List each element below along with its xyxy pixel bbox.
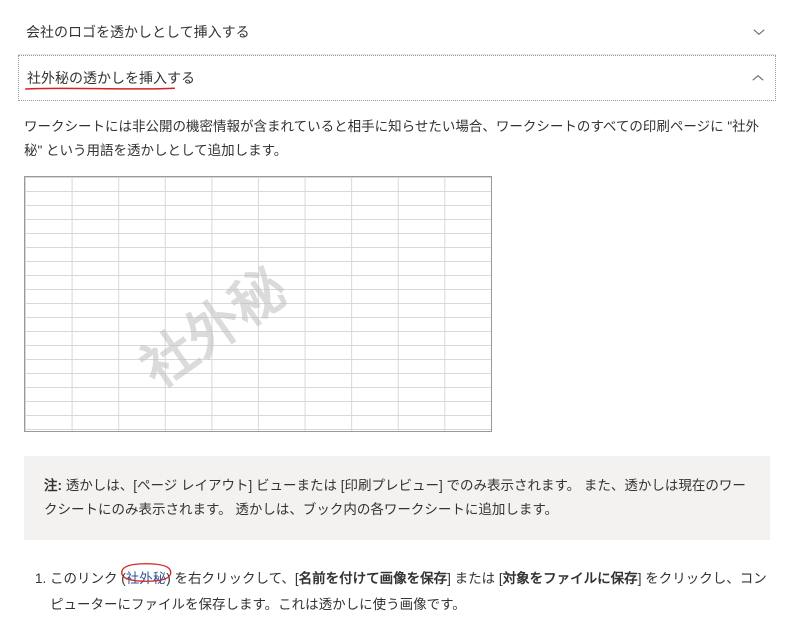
step-part: ) を右クリックして、[ <box>166 571 298 586</box>
intro-paragraph: ワークシートには非公開の機密情報が含まれていると相手に知らせたい場合、ワークシー… <box>24 115 770 164</box>
watermark-text: 社外秘 <box>122 245 300 403</box>
annotation-underline <box>25 86 175 92</box>
steps-list: このリンク (社外秘) を右クリックして、[名前を付けて画像を保存] または [… <box>24 566 770 617</box>
accordion-confidential-watermark[interactable]: 社外秘の透かしを挿入する <box>18 55 776 101</box>
note-label: 注: <box>44 478 66 493</box>
step-bold: 名前を付けて画像を保存 <box>299 571 448 586</box>
chevron-up-icon <box>749 69 767 87</box>
chevron-down-icon <box>750 23 768 41</box>
step-1: このリンク (社外秘) を右クリックして、[名前を付けて画像を保存] または [… <box>50 566 770 617</box>
confidential-link[interactable]: 社外秘 <box>126 566 167 592</box>
accordion-title: 会社のロゴを透かしとして挿入する <box>26 22 250 42</box>
note-box: 注: 透かしは、[ページ レイアウト] ビューまたは [印刷プレビュー] でのみ… <box>24 456 770 541</box>
note-text: 透かしは、[ページ レイアウト] ビューまたは [印刷プレビュー] でのみ表示さ… <box>44 478 746 517</box>
step-part: このリンク ( <box>50 571 126 586</box>
accordion-title-text: 社外秘の透かしを挿入する <box>27 70 195 86</box>
accordion-logo-watermark[interactable]: 会社のロゴを透かしとして挿入する <box>18 10 776 54</box>
accordion-title: 社外秘の透かしを挿入する <box>27 68 195 88</box>
step-bold: 対象をファイルに保存 <box>503 571 638 586</box>
step-part: ] または [ <box>447 571 503 586</box>
worksheet-watermark-preview: 社外秘 <box>24 176 492 432</box>
link-text: 社外秘 <box>126 571 167 586</box>
